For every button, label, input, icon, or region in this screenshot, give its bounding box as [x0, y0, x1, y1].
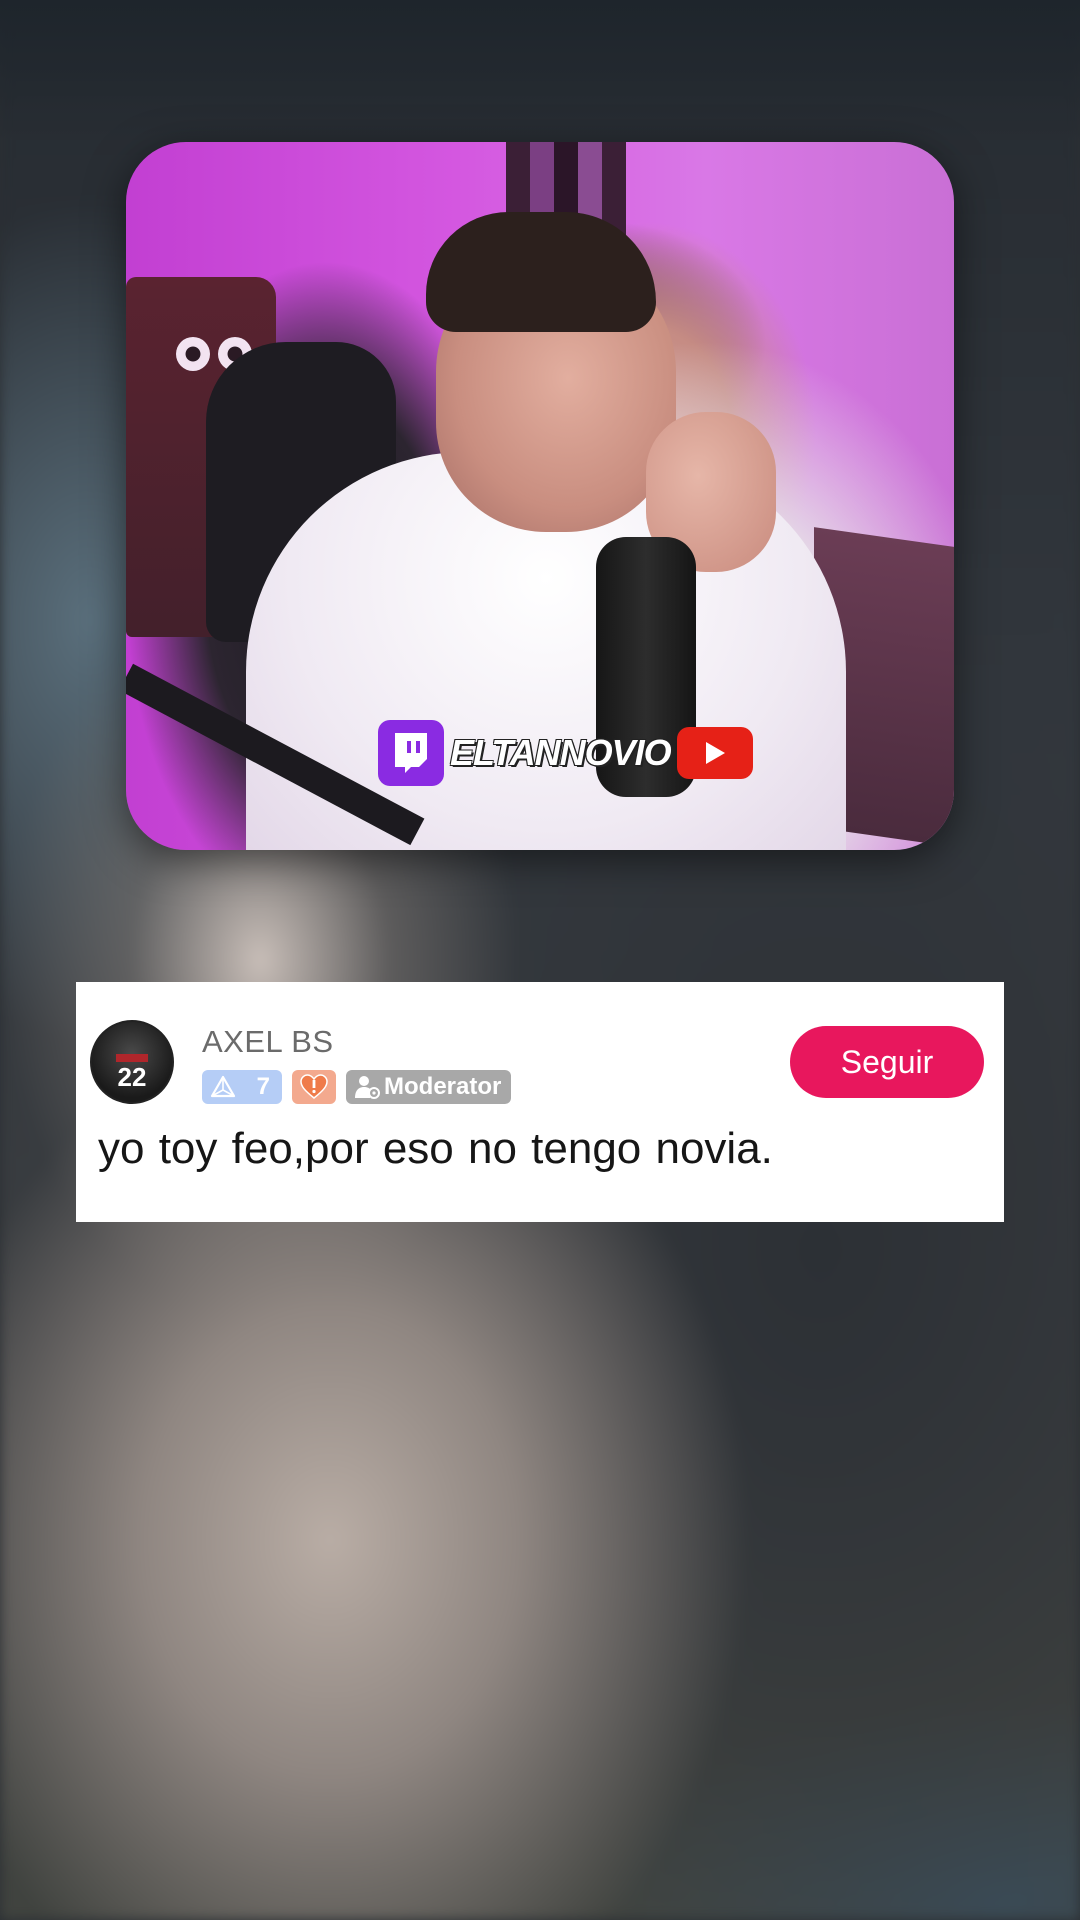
youtube-icon [676, 727, 753, 779]
owl-eye-left [176, 337, 210, 371]
video-player[interactable]: ELTANNOVIO [126, 142, 954, 850]
channel-watermark: ELTANNOVIO [378, 720, 753, 786]
user-badges: 7 Moderator [202, 1070, 512, 1104]
username[interactable]: AXEL BS [202, 1024, 334, 1060]
level-icon [210, 1075, 236, 1098]
comment-card: 22 AXEL BS 7 Moderator Seguir yo toy feo… [76, 982, 1004, 1222]
avatar[interactable]: 22 [90, 1020, 174, 1104]
level-value: 7 [256, 1073, 270, 1100]
background-top-shade [0, 0, 1080, 140]
moderator-label: Moderator [384, 1073, 502, 1100]
follow-button[interactable]: Seguir [790, 1026, 984, 1098]
avatar-jersey-number: 22 [117, 1062, 147, 1092]
moderator-icon [355, 1076, 380, 1099]
moderator-badge: Moderator [346, 1070, 512, 1104]
heart-badge [292, 1070, 336, 1104]
avatar-jersey-stripe [116, 1054, 148, 1062]
heart-icon [300, 1074, 328, 1099]
twitch-icon [378, 720, 444, 786]
watermark-text: ELTANNOVIO [450, 732, 672, 773]
comment-text: yo toy feo,por eso no tengo novia. [98, 1124, 773, 1173]
level-badge: 7 [202, 1070, 282, 1104]
